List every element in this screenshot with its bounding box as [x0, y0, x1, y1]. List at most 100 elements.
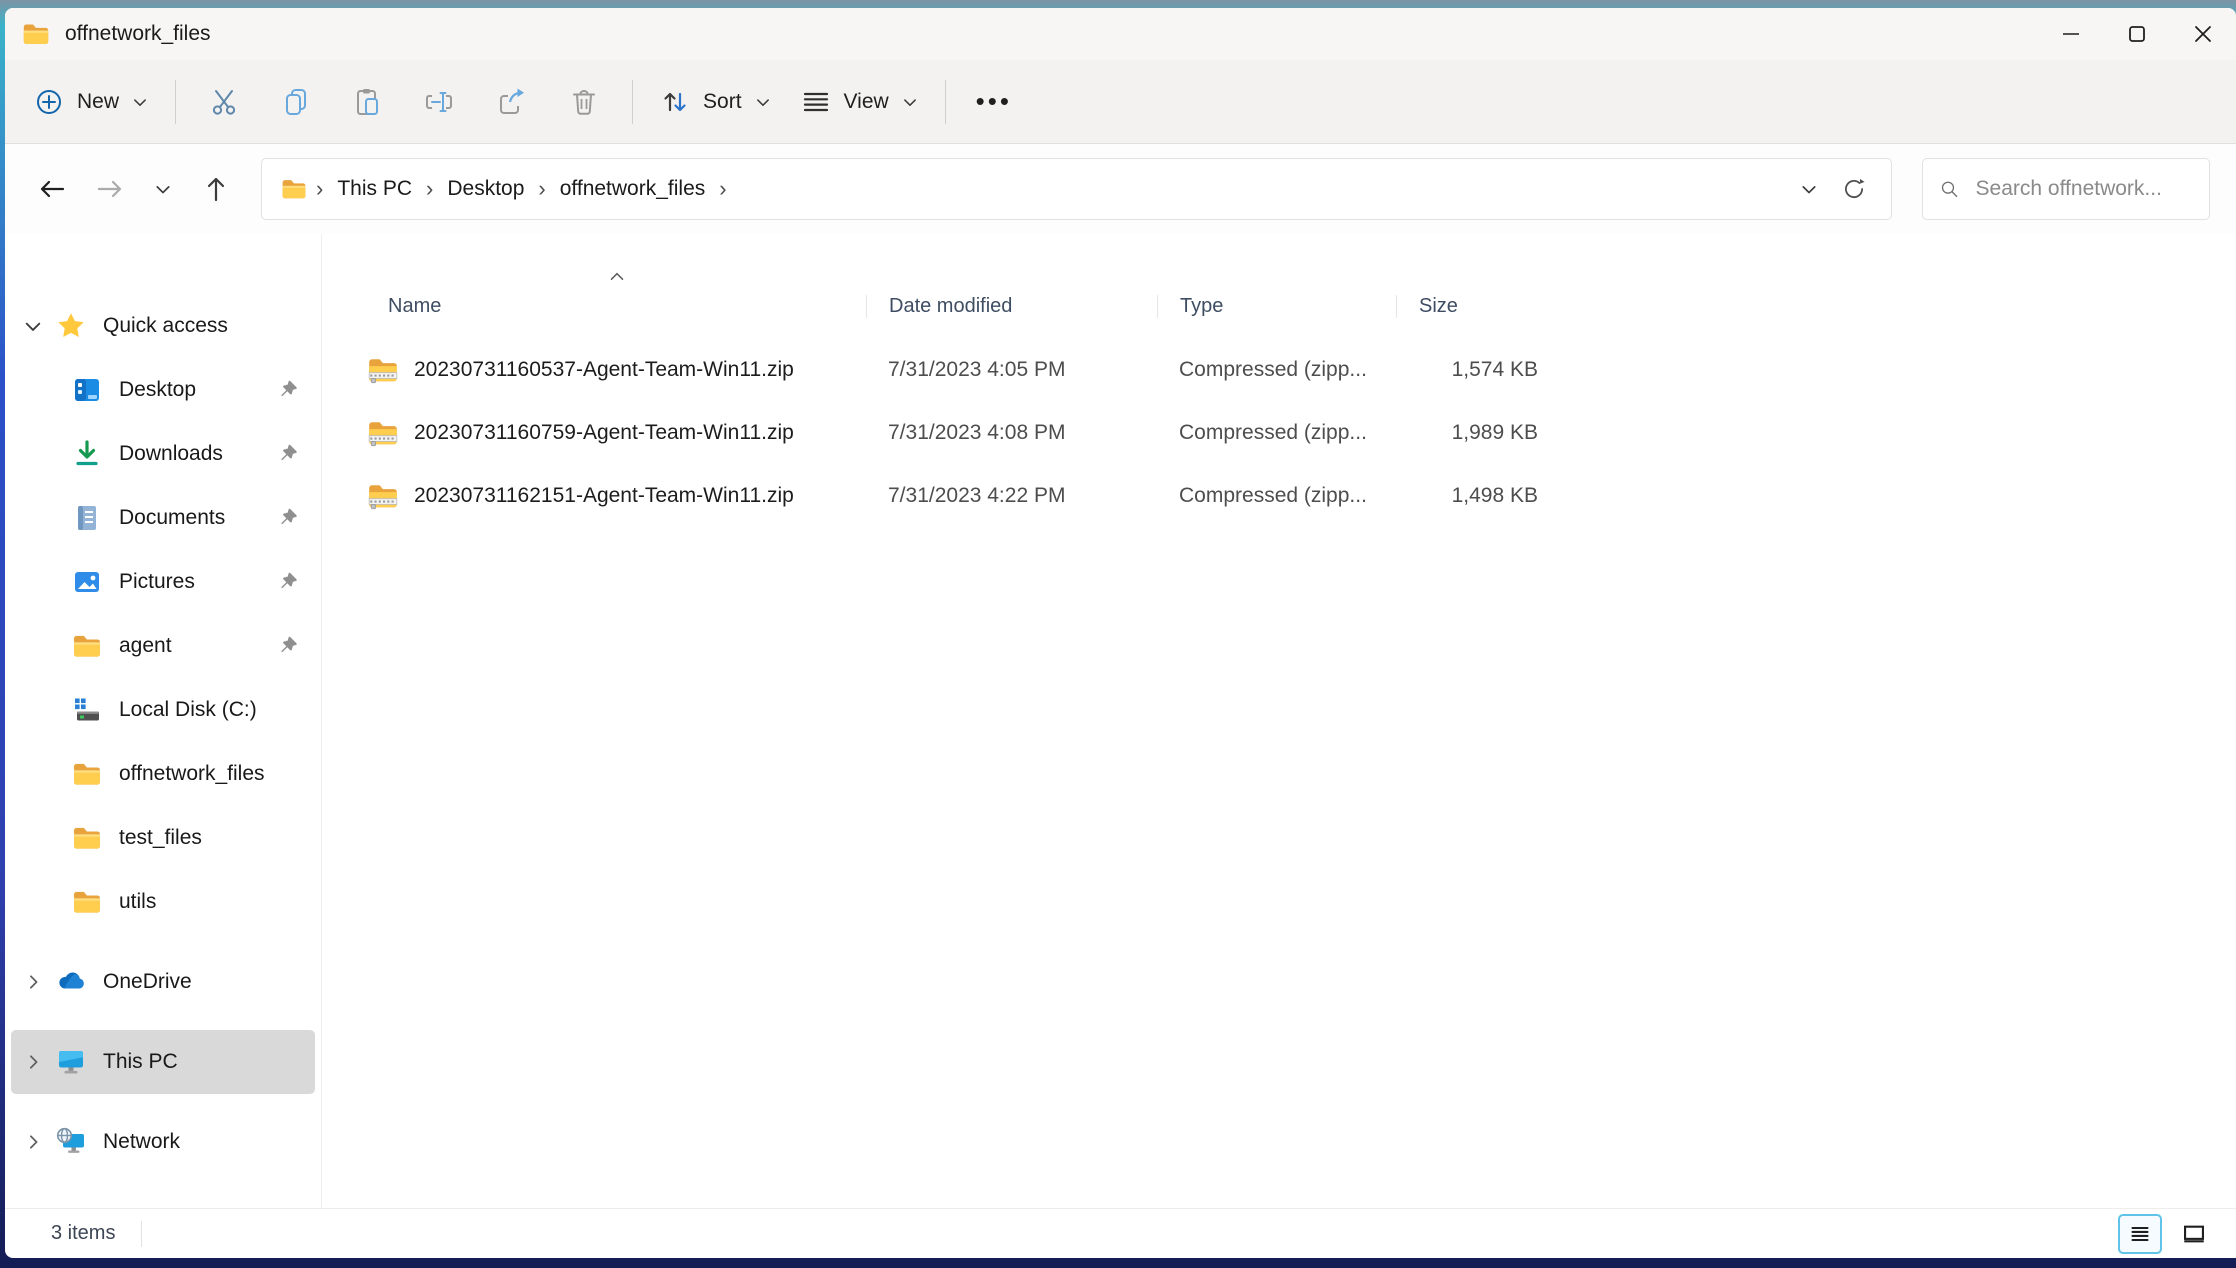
- maximize-button[interactable]: [2104, 8, 2170, 60]
- pin-icon: [277, 571, 299, 593]
- chevron-right-icon: [23, 1132, 43, 1152]
- column-header-size[interactable]: Size: [1396, 295, 1558, 318]
- rename-button[interactable]: [404, 76, 476, 128]
- see-more-button[interactable]: •••: [958, 80, 1030, 123]
- back-button[interactable]: [23, 166, 81, 212]
- zip-file-icon: [366, 353, 400, 387]
- breadcrumb-separator: ›: [308, 176, 331, 202]
- item-count: 3 items: [51, 1222, 115, 1245]
- maximize-icon: [2126, 23, 2148, 45]
- refresh-button[interactable]: [1829, 170, 1873, 208]
- sidebar-item-pictures[interactable]: Pictures: [11, 550, 315, 614]
- paste-icon: [352, 86, 384, 118]
- breadcrumb-this-pc[interactable]: This PC: [331, 173, 418, 205]
- trash-icon: [568, 86, 600, 118]
- pictures-icon: [71, 566, 103, 598]
- large-icons-view-button[interactable]: [2172, 1214, 2216, 1254]
- sidebar-item-label: Pictures: [119, 570, 195, 594]
- file-name: 20230731160537-Agent-Team-Win11.zip: [414, 358, 794, 382]
- sort-button-label: Sort: [703, 90, 742, 114]
- file-date-modified: 7/31/2023 4:22 PM: [866, 484, 1157, 508]
- search-input[interactable]: [1976, 177, 2193, 201]
- sidebar-item-documents[interactable]: Documents: [11, 486, 315, 550]
- view-button[interactable]: View: [786, 76, 933, 128]
- toolbar-divider: [632, 80, 633, 124]
- cut-button[interactable]: [188, 76, 260, 128]
- address-row: › This PC › Desktop › offnetwork_files ›: [5, 144, 2236, 234]
- sidebar-item-label: offnetwork_files: [119, 762, 265, 786]
- chevron-right-icon: [23, 1052, 43, 1072]
- copy-icon: [280, 86, 312, 118]
- sort-button[interactable]: Sort: [645, 76, 786, 128]
- address-dropdown-button[interactable]: [1789, 173, 1829, 205]
- toolbar-divider: [945, 80, 946, 124]
- folder-icon: [280, 175, 308, 203]
- file-row[interactable]: 20230731160759-Agent-Team-Win11.zip 7/31…: [366, 401, 2236, 464]
- breadcrumb-separator: ›: [711, 176, 734, 202]
- address-bar[interactable]: › This PC › Desktop › offnetwork_files ›: [261, 158, 1892, 220]
- new-button[interactable]: New: [19, 76, 163, 128]
- pin-icon: [277, 635, 299, 657]
- file-name: 20230731162151-Agent-Team-Win11.zip: [414, 484, 794, 508]
- delete-button[interactable]: [548, 76, 620, 128]
- pin-icon: [277, 379, 299, 401]
- sidebar-item-label: Network: [103, 1130, 180, 1154]
- search-icon: [1939, 177, 1960, 201]
- sidebar-item-agent[interactable]: agent: [11, 614, 315, 678]
- view-list-icon: [800, 86, 832, 118]
- file-explorer-window: offnetwork_files New: [5, 8, 2236, 1258]
- file-row[interactable]: 20230731162151-Agent-Team-Win11.zip 7/31…: [366, 464, 2236, 527]
- sidebar-item-downloads[interactable]: Downloads: [11, 422, 315, 486]
- column-header-name[interactable]: Name: [366, 295, 866, 318]
- column-header-type[interactable]: Type: [1157, 295, 1396, 318]
- file-row[interactable]: 20230731160537-Agent-Team-Win11.zip 7/31…: [366, 338, 2236, 401]
- sidebar-gap: [5, 1094, 321, 1110]
- up-button[interactable]: [187, 166, 245, 212]
- sidebar-item-network[interactable]: Network: [11, 1110, 315, 1174]
- refresh-icon: [1841, 176, 1867, 202]
- up-arrow-icon: [201, 174, 231, 204]
- sidebar-item-offnetwork-files[interactable]: offnetwork_files: [11, 742, 315, 806]
- sidebar-item-utils[interactable]: utils: [11, 870, 315, 934]
- sidebar-item-desktop[interactable]: Desktop: [11, 358, 315, 422]
- sidebar-item-label: This PC: [103, 1050, 178, 1074]
- onedrive-icon: [55, 966, 87, 998]
- this-pc-icon: [55, 1046, 87, 1078]
- column-header-date-modified[interactable]: Date modified: [866, 295, 1157, 318]
- folder-icon: [71, 630, 103, 662]
- breadcrumb-separator: ›: [530, 176, 553, 202]
- close-button[interactable]: [2170, 8, 2236, 60]
- folder-icon: [71, 886, 103, 918]
- sidebar-item-onedrive[interactable]: OneDrive: [11, 950, 315, 1014]
- chevron-down-icon: [22, 315, 44, 337]
- details-view-button[interactable]: [2118, 1214, 2162, 1254]
- share-button[interactable]: [476, 76, 548, 128]
- back-arrow-icon: [37, 174, 67, 204]
- downloads-icon: [71, 438, 103, 470]
- minimize-button[interactable]: [2038, 8, 2104, 60]
- sidebar-item-local-disk-c[interactable]: Local Disk (C:): [11, 678, 315, 742]
- close-icon: [2191, 22, 2215, 46]
- view-button-label: View: [844, 90, 889, 114]
- file-size: 1,989 KB: [1396, 421, 1558, 445]
- new-button-label: New: [77, 90, 119, 114]
- toolbar-divider: [175, 80, 176, 124]
- copy-button[interactable]: [260, 76, 332, 128]
- status-bar: 3 items: [5, 1208, 2236, 1258]
- sidebar-item-this-pc[interactable]: This PC: [11, 1030, 315, 1094]
- chevron-down-icon: [1799, 179, 1819, 199]
- breadcrumb-offnetwork-files[interactable]: offnetwork_files: [554, 173, 712, 205]
- paste-button[interactable]: [332, 76, 404, 128]
- rename-icon: [424, 86, 456, 118]
- file-date-modified: 7/31/2023 4:08 PM: [866, 421, 1157, 445]
- sidebar-item-test-files[interactable]: test_files: [11, 806, 315, 870]
- sort-ascending-icon: [606, 268, 628, 284]
- recent-locations-button[interactable]: [139, 171, 187, 207]
- sidebar-item-label: utils: [119, 890, 156, 914]
- file-rows: 20230731160537-Agent-Team-Win11.zip 7/31…: [322, 338, 2236, 527]
- breadcrumb-desktop[interactable]: Desktop: [441, 173, 530, 205]
- sidebar-item-quick-access[interactable]: Quick access: [11, 294, 315, 358]
- navigation-pane: Quick access Desktop Downloads Documents: [5, 234, 322, 1208]
- file-type: Compressed (zipp...: [1157, 421, 1396, 445]
- forward-button[interactable]: [81, 166, 139, 212]
